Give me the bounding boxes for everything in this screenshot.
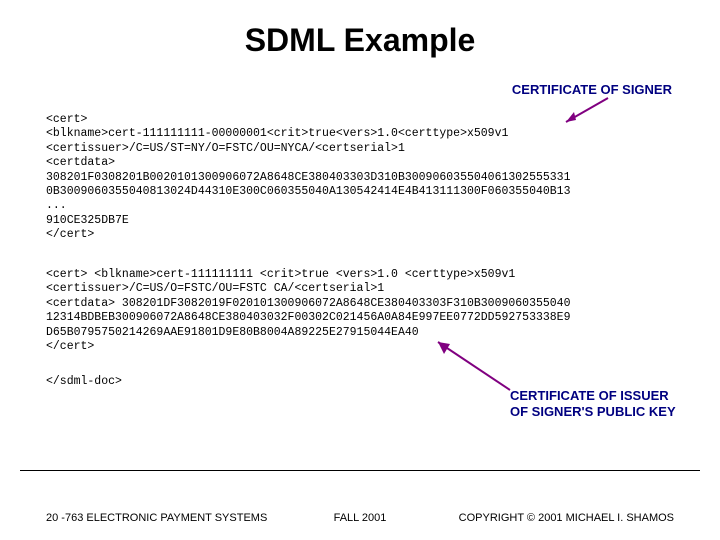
code-block-signer-cert: <cert> <blkname>cert-111111111-00000001<… — [46, 113, 571, 242]
label-cert-signer: CERTIFICATE OF SIGNER — [512, 82, 672, 97]
slide-title: SDML Example — [0, 0, 720, 59]
code-block-close-tag: </sdml-doc> — [46, 375, 122, 389]
label-cert-issuer: CERTIFICATE OF ISSUER OF SIGNER'S PUBLIC… — [510, 388, 676, 419]
arrow-issuer — [430, 338, 520, 398]
label-cert-issuer-line2: OF SIGNER'S PUBLIC KEY — [510, 404, 676, 419]
divider — [20, 470, 700, 471]
label-cert-issuer-line1: CERTIFICATE OF ISSUER — [510, 388, 669, 403]
footer-right: COPYRIGHT © 2001 MICHAEL I. SHAMOS — [459, 512, 674, 524]
